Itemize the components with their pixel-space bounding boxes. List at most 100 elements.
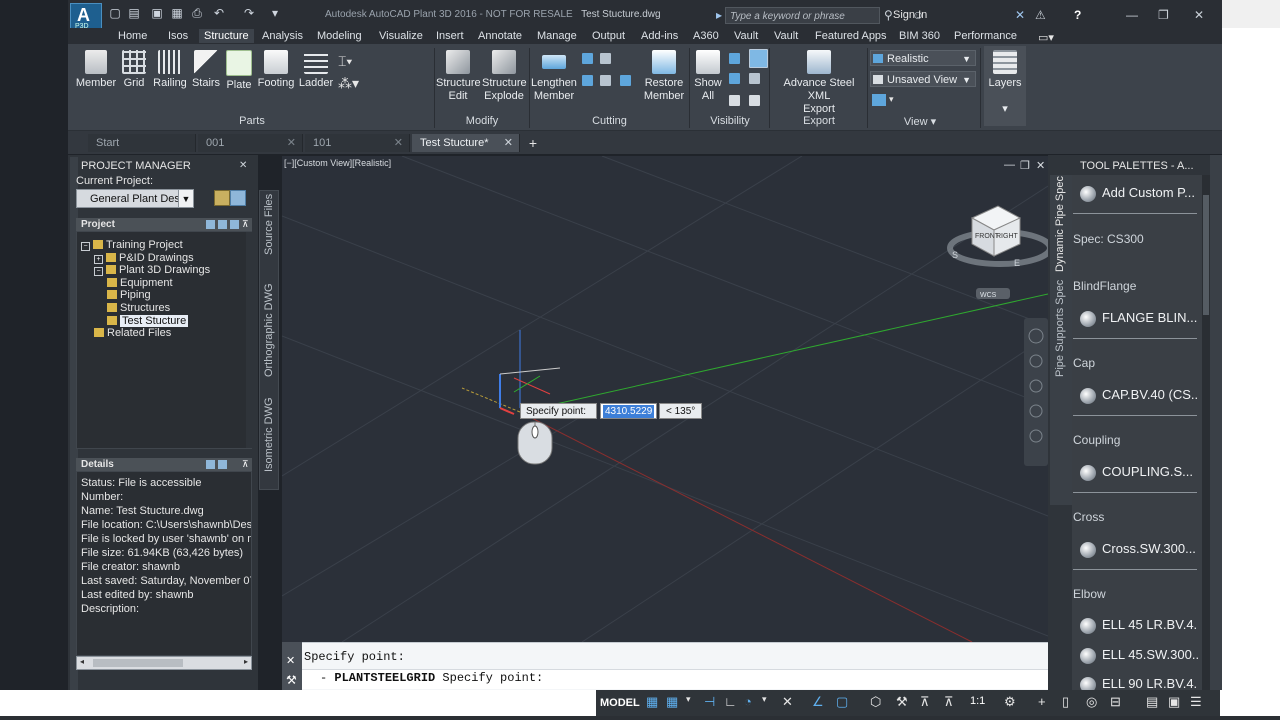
unhide-icon[interactable]: [729, 95, 740, 106]
file-tab-101[interactable]: 101 ✕: [305, 134, 410, 152]
close-icon[interactable]: ✕: [287, 134, 296, 152]
close-icon[interactable]: ✕: [504, 134, 513, 152]
close-icon[interactable]: ✕: [286, 654, 295, 667]
cut-member-icon[interactable]: [582, 75, 593, 86]
search-input[interactable]: Type a keyword or phrase: [725, 7, 880, 24]
tree-node[interactable]: Related Files: [94, 327, 171, 339]
chevron-down-icon[interactable]: ▾: [889, 94, 894, 105]
side-tab-source-files[interactable]: Source Files: [263, 194, 275, 255]
ribbon-tab[interactable]: Modeling: [317, 29, 362, 43]
tab-pipe-supports-spec[interactable]: Pipe Supports Spec: [1054, 280, 1066, 377]
lineweight-icon[interactable]: ⚒: [896, 694, 908, 710]
ribbon-tab[interactable]: Performance: [954, 29, 1017, 43]
ribbon-tab[interactable]: Annotate: [478, 29, 522, 43]
side-tab-isometric[interactable]: Isometric DWG: [263, 397, 275, 472]
palette-tool[interactable]: FLANGE BLIN...: [1102, 310, 1198, 325]
tab-dynamic-pipe-spec[interactable]: Dynamic Pipe Spec: [1054, 176, 1066, 272]
parts-extra-icons[interactable]: ⌶▾ ⁂▾: [338, 50, 359, 94]
ribbon-tab[interactable]: Insert: [436, 29, 464, 43]
viewport-canvas[interactable]: FRONT RIGHT S E WCS: [282, 156, 1048, 642]
ribbon-minimize-icon[interactable]: ▭▾: [1038, 31, 1054, 44]
infer-constraints-icon[interactable]: ⊣: [704, 694, 715, 710]
dynamic-input-angle-field[interactable]: < 135°: [659, 403, 702, 419]
scroll-right-icon[interactable]: ▸: [244, 657, 248, 666]
add-icon[interactable]: +: [1038, 694, 1046, 709]
clean-screen-icon[interactable]: ⊟: [1110, 694, 1121, 710]
selection-cycling-icon[interactable]: ⊼: [944, 694, 954, 710]
minimize-icon[interactable]: —: [1004, 159, 1015, 171]
snap-mode-icon[interactable]: ▦: [666, 694, 678, 710]
tree-node[interactable]: Structures: [107, 302, 170, 314]
object-snap-icon[interactable]: ▢: [836, 694, 848, 710]
gear-icon[interactable]: ⚙: [1004, 694, 1016, 710]
isolate-objects-icon[interactable]: ▯: [1062, 694, 1069, 710]
miter-icon[interactable]: [620, 75, 631, 86]
tree-node[interactable]: + P&ID Drawings: [94, 252, 194, 264]
expand-toggle-icon[interactable]: −: [94, 267, 103, 277]
isolate-selected-icon[interactable]: [729, 73, 740, 84]
isodraft-icon[interactable]: ✕: [782, 694, 793, 710]
layers-button[interactable]: Layers ▾: [984, 46, 1026, 126]
visual-style-dropdown[interactable]: Realistic ▼: [870, 50, 976, 66]
trim-icon[interactable]: [600, 53, 611, 64]
ribbon-tab[interactable]: Analysis: [262, 29, 303, 43]
collapse-icon[interactable]: ⊼: [242, 219, 249, 230]
grid-display-icon[interactable]: ▦: [646, 694, 658, 710]
footing-button[interactable]: Footing: [256, 50, 296, 90]
ribbon-tab[interactable]: Home: [118, 29, 147, 43]
member-button[interactable]: Member: [74, 50, 118, 90]
project-tool-icon[interactable]: [206, 220, 215, 229]
palette-tool[interactable]: ELL 45.SW.300...: [1102, 647, 1198, 662]
save-icon[interactable]: ▣: [150, 7, 164, 20]
tree-node[interactable]: Equipment: [107, 277, 173, 289]
restore-icon[interactable]: ❐: [1158, 8, 1169, 22]
palette-tool[interactable]: Cross.SW.300...: [1102, 541, 1198, 556]
scroll-thumb[interactable]: [1203, 195, 1209, 315]
tool-palette-scrollbar[interactable]: [1202, 175, 1210, 717]
ribbon-tab[interactable]: Isos: [168, 29, 188, 43]
tree-scrollbar[interactable]: [246, 232, 252, 448]
tree-node[interactable]: Test Stucture: [107, 314, 189, 327]
fullscreen-icon[interactable]: ▣: [1168, 694, 1180, 710]
view-panel-label[interactable]: View ▾: [870, 115, 970, 128]
structure-edit-button[interactable]: Structure Edit: [436, 50, 481, 103]
stairs-button[interactable]: Stairs: [190, 50, 222, 90]
minimize-icon[interactable]: —: [1126, 8, 1138, 22]
railing-button[interactable]: Railing: [152, 50, 188, 90]
refresh-icon[interactable]: [230, 220, 239, 229]
side-tab-orthographic[interactable]: Orthographic DWG: [263, 283, 275, 377]
close-icon[interactable]: ✕: [1036, 159, 1045, 172]
viewport-config-icon[interactable]: [872, 94, 886, 106]
plate-button[interactable]: Plate: [224, 50, 254, 92]
command-line-grip[interactable]: ✕ ⚒: [282, 642, 302, 690]
restore-member-button[interactable]: Restore Member: [640, 50, 688, 103]
new-tab-button[interactable]: +: [524, 135, 542, 151]
lengthen-member-button[interactable]: Lengthen Member: [531, 50, 577, 103]
expand-toggle-icon[interactable]: −: [81, 242, 90, 251]
ribbon-tab[interactable]: Structure: [199, 29, 254, 43]
palette-tool[interactable]: CAP.BV.40 (CS...: [1102, 387, 1198, 402]
viewport-controls-label[interactable]: [−][Custom View][Realistic]: [284, 158, 391, 168]
dynamic-input-distance-field[interactable]: 4310.5229: [600, 403, 657, 419]
3d-object-snap-icon[interactable]: ⬡: [870, 694, 881, 710]
cut-icon[interactable]: [582, 53, 593, 64]
close-icon[interactable]: ✕: [1194, 8, 1204, 22]
palette-tool[interactable]: ELL 45 LR.BV.4...: [1102, 617, 1198, 632]
tree-node[interactable]: Piping: [107, 289, 151, 301]
print-icon[interactable]: ⎙: [190, 7, 204, 20]
ribbon-tab[interactable]: Visualize: [379, 29, 423, 43]
restore-icon[interactable]: ❐: [1020, 159, 1030, 172]
ribbon-tab[interactable]: Add-ins: [641, 29, 678, 43]
ribbon-tab[interactable]: Output: [592, 29, 625, 43]
palette-tool[interactable]: Add Custom P...: [1102, 185, 1198, 200]
tree-node[interactable]: − Training Project: [81, 239, 183, 251]
new-icon[interactable]: ▢: [108, 7, 122, 20]
show-all-button[interactable]: Show All: [692, 50, 724, 103]
chevron-down-icon[interactable]: ▾: [686, 694, 691, 705]
details-tool-icon[interactable]: [218, 460, 227, 469]
expand-toggle-icon[interactable]: +: [94, 254, 103, 264]
search-toggle-icon[interactable]: ▸: [716, 8, 722, 22]
details-horizontal-scrollbar[interactable]: ◂ ▸: [76, 656, 252, 670]
structure-explode-button[interactable]: Structure Explode: [482, 50, 527, 103]
command-prompt[interactable]: - PLANTSTEELGRID Specify point:: [320, 671, 543, 685]
